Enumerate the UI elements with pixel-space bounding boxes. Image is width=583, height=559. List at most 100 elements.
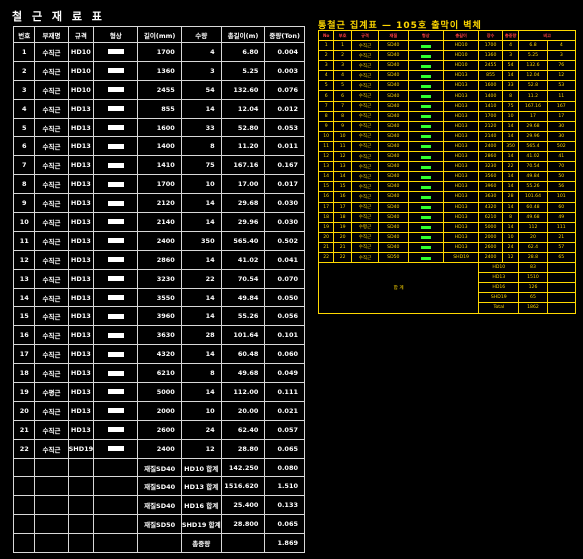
empty-cell xyxy=(93,533,139,554)
cell-total-length: 167.16 xyxy=(220,155,266,176)
sum-cell-shape xyxy=(407,120,444,132)
summary-row: 9 9 수직근 SD40 HD13 2120 14 29.68 30 xyxy=(317,120,577,132)
sum-cell-material: SD40 xyxy=(378,50,409,62)
rebar-shape-icon xyxy=(107,200,124,206)
cell-total-length: 5.25 xyxy=(220,60,266,81)
cell-total-length: 20.00 xyxy=(220,400,266,421)
sum-cell-spec: 수직근 xyxy=(350,171,380,183)
cell-total-length: 49.84 xyxy=(220,287,266,308)
sum-cell-material: SD40 xyxy=(378,151,409,163)
sum-cell-shape xyxy=(407,241,444,253)
cell-weight: 0.012 xyxy=(264,98,305,119)
cell-number: 17 xyxy=(12,344,36,365)
rebar-shape-icon xyxy=(420,125,431,129)
cell-spec: HD10 xyxy=(67,60,95,81)
sum-cell-shape xyxy=(407,191,444,203)
summary-total-type: HD13 xyxy=(478,272,520,284)
subtotal-length: 28.800 xyxy=(220,514,266,535)
sum-cell-total-length: 29.96 xyxy=(518,130,548,142)
rebar-shape-icon xyxy=(107,238,124,244)
table-row: 11 수직근 HD13 2400 350 565.40 0.502 xyxy=(12,230,305,251)
cell-shape xyxy=(93,212,139,232)
empty-cell xyxy=(12,457,36,478)
sum-cell-weight: 101 xyxy=(546,191,577,203)
rebar-shape-icon xyxy=(420,226,431,230)
table-row: 12 수직근 HD13 2860 14 41.02 0.041 xyxy=(12,249,305,270)
sum-cell-no: 7 xyxy=(317,100,335,112)
sum-cell-no: 5 xyxy=(317,80,335,92)
col-header-number: 번호 xyxy=(12,26,36,43)
rebar-shape-icon xyxy=(420,115,431,119)
sum-cell-material: SD50 xyxy=(378,251,409,264)
sum-cell-weight: 21 xyxy=(546,231,577,243)
subtotal-material: 재질SD40 xyxy=(137,457,182,478)
sum-cell-shape xyxy=(407,50,444,62)
cell-shape xyxy=(93,344,139,365)
empty-cell xyxy=(220,533,266,554)
rebar-material-table: 번호 부재명 규격 형상 길이(mm) 수량 총길이(m) 중량(Ton) 1수… xyxy=(12,26,305,554)
cell-member: 수직근 xyxy=(34,287,69,308)
sum-cell-mark: 21 xyxy=(333,241,352,253)
cell-length: 6210 xyxy=(137,363,182,384)
cell-weight: 0.030 xyxy=(264,193,305,214)
sum-cell-no: 22 xyxy=(317,251,335,264)
cell-total-length: 12.04 xyxy=(220,98,266,119)
sum-cell-total-length: 29.68 xyxy=(518,120,548,132)
cell-shape xyxy=(93,42,139,62)
sum-header-material: 재질 xyxy=(378,30,409,41)
cell-length: 2400 xyxy=(137,438,182,459)
cell-shape xyxy=(93,400,139,421)
cell-total-length: 29.68 xyxy=(220,193,266,214)
rebar-shape-icon xyxy=(420,246,431,250)
summary-row: 18 18 수직근 SD40 HD13 6210 8 49.68 49 xyxy=(317,211,577,223)
subtotal-length: 1516.620 xyxy=(220,476,266,497)
sum-cell-shape xyxy=(407,171,444,183)
empty-cell xyxy=(546,282,577,294)
sum-cell-no: 18 xyxy=(317,211,335,223)
cell-weight: 0.076 xyxy=(264,79,305,100)
cell-length: 2600 xyxy=(137,419,182,440)
sum-cell-weight: 65 xyxy=(546,251,577,264)
sum-cell-weight: 56 xyxy=(546,181,577,193)
sum-cell-material: SD40 xyxy=(378,181,409,193)
summary-row: 5 5 수직근 SD40 HD13 1600 33 52.8 53 xyxy=(317,80,577,92)
empty-cell xyxy=(93,457,139,478)
summary-row: 16 16 수직근 SD40 HD13 3630 28 101.64 101 xyxy=(317,191,577,203)
sum-cell-total-length: 12.04 xyxy=(518,70,548,82)
summary-totals-label: 합 계 xyxy=(317,262,480,314)
cell-length: 2400 xyxy=(137,230,182,251)
cell-length: 1410 xyxy=(137,155,182,176)
sum-cell-spec: 수직근 xyxy=(350,50,380,62)
summary-row: 22 22 수직근 SD50 SHD19 2400 12 28.8 65 xyxy=(317,251,577,264)
cell-quantity: 33 xyxy=(180,117,222,138)
cell-total-length: 60.48 xyxy=(220,344,266,365)
sum-header-shape: 형상 xyxy=(407,30,444,41)
grand-total-row: 총중량 1.869 xyxy=(12,533,305,554)
sum-cell-total-length: 41.02 xyxy=(518,151,548,163)
sum-cell-bar-size: HD13 xyxy=(442,130,480,142)
cell-number: 7 xyxy=(12,155,36,176)
rebar-shape-icon xyxy=(107,332,124,338)
cell-total-length: 62.40 xyxy=(220,419,266,440)
cell-number: 2 xyxy=(12,60,36,81)
cell-weight: 0.049 xyxy=(264,363,305,384)
sum-cell-count: 14 xyxy=(501,171,520,183)
rebar-shape-icon xyxy=(420,195,431,199)
empty-cell xyxy=(12,495,36,516)
sum-cell-length: 6210 xyxy=(478,211,503,223)
sum-cell-weight: 30 xyxy=(546,130,577,142)
sum-cell-weight: 4 xyxy=(546,39,577,52)
cell-quantity: 14 xyxy=(180,306,222,327)
summary-row: 7 7 수직근 SD40 HD13 1410 75 167.16 167 xyxy=(317,100,577,112)
sum-cell-shape xyxy=(407,70,444,82)
cell-spec: HD13 xyxy=(67,193,95,214)
rebar-shape-icon xyxy=(107,351,124,357)
table-row: 13 수직근 HD13 3230 22 70.54 0.070 xyxy=(12,268,305,289)
cell-member: 수직근 xyxy=(34,249,69,270)
sum-cell-length: 1700 xyxy=(478,110,503,122)
cell-weight: 0.053 xyxy=(264,117,305,138)
sum-cell-material: SD40 xyxy=(378,70,409,82)
cell-weight: 0.041 xyxy=(264,249,305,270)
subtotal-weight: 0.133 xyxy=(264,495,305,516)
table-row: 5 수직근 HD13 1600 33 52.80 0.053 xyxy=(12,117,305,138)
